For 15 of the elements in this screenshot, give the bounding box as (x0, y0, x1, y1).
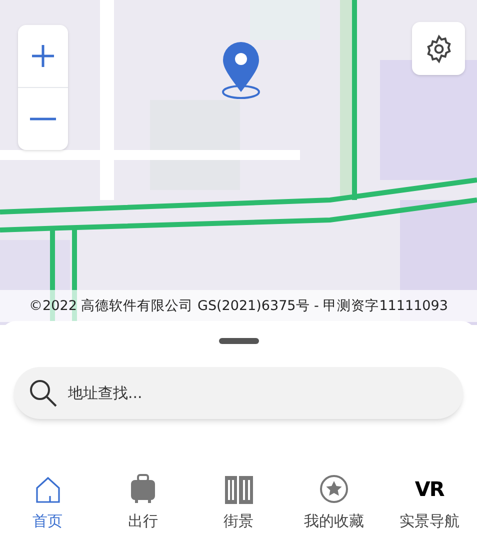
pin-icon (219, 40, 263, 100)
home-icon (34, 476, 61, 504)
nav-tab[interactable]: 我的收藏 (286, 466, 382, 536)
search-field[interactable]: 地址查找... (14, 367, 463, 419)
search-icon (28, 378, 58, 408)
drag-handle[interactable] (218, 338, 258, 344)
nav-tab[interactable]: 首页 (0, 466, 96, 536)
settings-button[interactable] (412, 22, 465, 75)
nav-tab[interactable]: 出行 (95, 466, 191, 536)
copyright-text: ©2022 高德软件有限公司 GS(2021)6375号 - 甲测资字11111093 (29, 296, 448, 316)
nav-tab[interactable]: 街景 (190, 466, 286, 536)
buildings-icon (224, 474, 254, 504)
nav-tab[interactable]: VR 实景导航 (382, 466, 477, 536)
vr-icon: VR (414, 474, 444, 504)
luggage-icon (129, 474, 158, 504)
